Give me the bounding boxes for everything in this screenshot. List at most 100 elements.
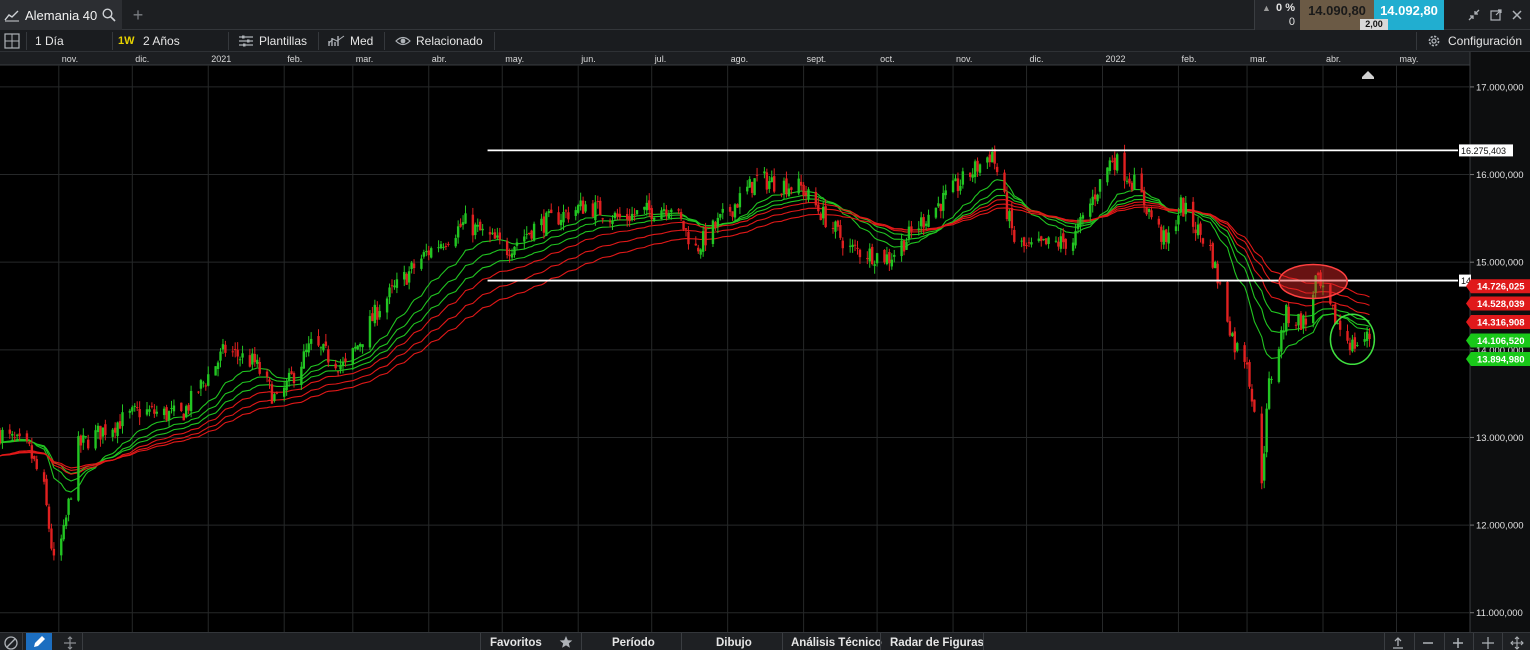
candle-body xyxy=(667,213,671,219)
candle-body xyxy=(317,336,320,346)
candle-body xyxy=(216,362,220,370)
candle-body xyxy=(677,209,680,211)
candle-body xyxy=(505,241,509,256)
candle-body xyxy=(388,287,391,298)
candle-body xyxy=(145,409,149,415)
candle-body xyxy=(523,236,526,242)
candle-body xyxy=(1233,331,1236,353)
collapse-icon[interactable] xyxy=(1467,8,1481,22)
candle-body xyxy=(327,349,330,363)
candle-body xyxy=(564,210,568,212)
candle-body xyxy=(665,209,668,216)
candle-body xyxy=(94,430,97,449)
interval-selector[interactable]: 1 Día xyxy=(35,30,64,52)
drawing-button[interactable]: Dibujo xyxy=(716,633,752,650)
candle-body xyxy=(11,433,14,436)
candle-body xyxy=(265,371,269,377)
star-icon[interactable] xyxy=(559,635,573,649)
add-tab-button[interactable]: + xyxy=(126,3,150,27)
candle-body xyxy=(13,437,16,439)
candle-body xyxy=(202,382,205,384)
candle-body xyxy=(1270,378,1273,380)
eye-icon xyxy=(395,36,411,46)
candle-body xyxy=(714,222,717,228)
candle-body xyxy=(496,235,499,238)
candle-body xyxy=(1356,344,1359,346)
candle-body xyxy=(1243,345,1246,362)
candle-body xyxy=(287,372,291,381)
candle-body xyxy=(1304,318,1308,325)
candle-body xyxy=(893,254,896,257)
x-tick-label: may. xyxy=(1400,54,1419,64)
change-percent: 0 % xyxy=(1276,2,1295,14)
y-tick-label: 11.000,000 xyxy=(1476,608,1523,619)
candle-body xyxy=(1277,349,1281,382)
pattern-radar-button[interactable]: Radar de Figuras xyxy=(890,633,984,650)
candle-body xyxy=(1209,244,1212,246)
candle-body xyxy=(1106,167,1109,183)
instrument-tab[interactable]: Alemania 40 xyxy=(0,0,122,30)
candle-body xyxy=(1059,236,1063,249)
crosshair-move-icon[interactable] xyxy=(62,635,78,650)
candle-body xyxy=(922,217,925,228)
candle-body xyxy=(684,228,688,230)
gear-icon[interactable] xyxy=(1426,33,1442,49)
fit-chart-icon[interactable] xyxy=(1509,635,1525,650)
candle-body xyxy=(376,307,379,320)
templates-button[interactable]: Plantillas xyxy=(259,30,307,52)
candle-body xyxy=(131,407,134,412)
candle-body xyxy=(1125,180,1129,182)
candle-body xyxy=(577,205,580,213)
candle-body xyxy=(28,442,31,444)
candle-body xyxy=(765,172,769,190)
zoom-out-icon[interactable] xyxy=(1420,635,1436,650)
candle-body xyxy=(988,154,991,163)
popout-icon[interactable] xyxy=(1489,8,1503,22)
close-icon[interactable] xyxy=(1510,8,1524,22)
candle-body xyxy=(305,349,308,352)
candle-body xyxy=(581,200,585,214)
candle-body xyxy=(165,407,168,420)
candle-body xyxy=(924,223,928,226)
candle-body xyxy=(476,224,479,227)
candle-body xyxy=(954,178,957,182)
candle-body xyxy=(1368,333,1371,340)
candle-body xyxy=(525,233,528,235)
candle-body xyxy=(373,304,377,324)
tools-icon[interactable] xyxy=(1390,635,1406,650)
candle-body xyxy=(1348,342,1352,351)
indicator-button[interactable]: Med xyxy=(350,30,373,52)
x-tick-label: 2022 xyxy=(1106,54,1126,64)
candle-body xyxy=(111,429,114,437)
candle-body xyxy=(731,211,734,217)
y-tick-label: 13.000,000 xyxy=(1476,433,1524,444)
technical-analysis-button[interactable]: Análisis Técnico xyxy=(791,633,882,650)
x-tick-label: abr. xyxy=(432,54,447,64)
favorites-button[interactable]: Favoritos xyxy=(490,633,542,650)
crosshair-icon[interactable] xyxy=(1480,635,1496,650)
price-chart[interactable]: 16.275,40314 nov. dic. 2021 feb. mar. abr. may… xyxy=(0,52,1530,632)
candle-body xyxy=(1231,333,1234,337)
candle-body xyxy=(182,413,185,421)
period-badge[interactable]: 1W xyxy=(118,30,135,52)
candle-body xyxy=(454,238,457,247)
pencil-icon[interactable] xyxy=(26,633,52,650)
layout-grid-icon[interactable] xyxy=(4,33,20,49)
candle-body xyxy=(8,429,11,434)
candle-body xyxy=(464,213,467,224)
related-button[interactable]: Relacionado xyxy=(416,30,483,52)
candle-body xyxy=(221,344,225,350)
search-icon[interactable] xyxy=(102,8,116,22)
zoom-in-icon[interactable] xyxy=(1450,635,1466,650)
x-tick-label: dic. xyxy=(1030,54,1044,64)
settings-button[interactable]: Configuración xyxy=(1448,30,1522,52)
candle-body xyxy=(42,472,46,482)
candle-body xyxy=(1003,172,1006,192)
candle-body xyxy=(679,212,683,219)
candle-body xyxy=(162,408,166,416)
range-selector[interactable]: 2 Años xyxy=(143,30,180,52)
chart-background xyxy=(0,52,1530,632)
hide-icon[interactable] xyxy=(3,635,19,650)
horizontal-line-label: 16.275,403 xyxy=(1461,146,1506,156)
period-button[interactable]: Período xyxy=(612,633,655,650)
